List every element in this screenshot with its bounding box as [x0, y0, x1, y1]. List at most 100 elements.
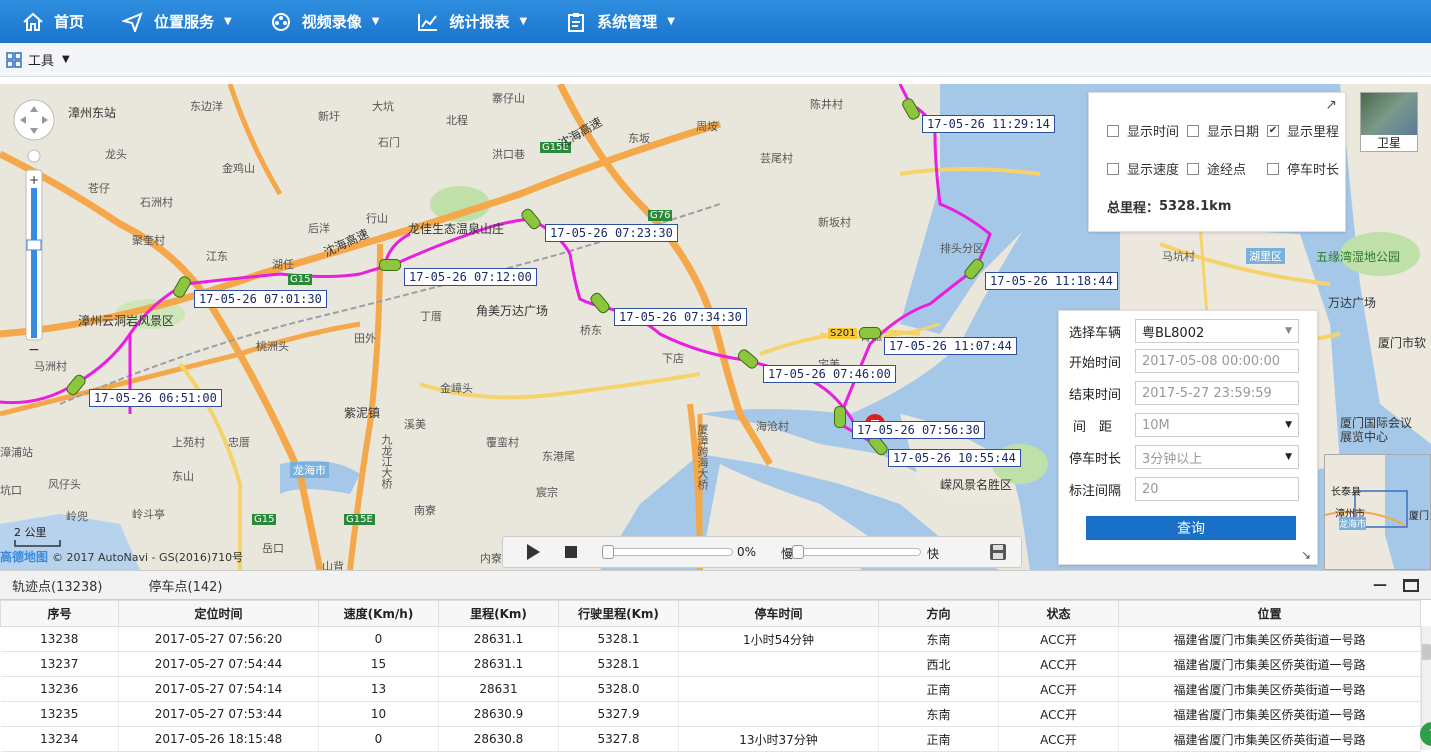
option-show-speed[interactable]: 显示速度: [1107, 159, 1179, 178]
table-row[interactable]: 13235 2017-05-27 07:53:44 10 28630.9 5327.9 东…: [0, 701, 1421, 727]
option-waypoints[interactable]: 途经点: [1187, 159, 1246, 178]
checkbox[interactable]: [1107, 124, 1119, 137]
place-label: 东边洋: [190, 100, 223, 113]
table-cell: 13238: [0, 626, 119, 652]
place-label: 岭斗亭: [132, 508, 165, 521]
minimap-label: 龙海市: [1339, 517, 1367, 530]
nav-video-recording[interactable]: 视频录像 ▼: [248, 0, 396, 43]
table-cell: [678, 651, 879, 677]
option-show-mileage[interactable]: ✔ 显示里程: [1267, 121, 1339, 140]
column-header[interactable]: 状态: [998, 600, 1119, 627]
chevron-down-icon[interactable]: ▼: [62, 54, 70, 65]
table-cell: 28631.1: [438, 626, 559, 652]
column-header[interactable]: 位置: [1118, 600, 1421, 627]
nav-location-service[interactable]: 位置服务 ▼: [100, 0, 248, 43]
table-cell: 2017-05-27 07:56:20: [118, 626, 319, 652]
checkbox-checked[interactable]: ✔: [1267, 124, 1279, 137]
stop-icon[interactable]: [565, 546, 577, 561]
place-label: 大坑: [372, 100, 394, 113]
table-row[interactable]: 13234 2017-05-26 18:15:48 0 28630.8 5327.8 13…: [0, 726, 1421, 752]
location-arrow-icon: [122, 11, 143, 32]
table-cell: 28631.1: [438, 651, 559, 677]
table-cell: 13237: [0, 651, 119, 677]
query-button[interactable]: 查询: [1086, 516, 1296, 540]
table-row[interactable]: 13237 2017-05-27 07:54:44 15 28631.1 5328.1 西…: [0, 651, 1421, 677]
table-cell: 东南: [878, 701, 999, 727]
column-header[interactable]: 里程(Km): [438, 600, 559, 627]
maximize-icon[interactable]: [1403, 579, 1419, 592]
checkbox[interactable]: [1267, 162, 1279, 175]
track-time-label: 17-05-26 07:23:30: [545, 224, 678, 242]
nav-location-label: 位置服务: [154, 13, 215, 31]
place-label: 金鸡山: [222, 162, 255, 175]
checkbox[interactable]: [1187, 162, 1199, 175]
place-label: 溪美: [404, 418, 426, 431]
table-header-row: 序号 定位时间 速度(Km/h) 里程(Km) 行驶里程(Km) 停车时间 方向…: [0, 600, 1421, 627]
grid-icon: [6, 51, 22, 68]
column-header[interactable]: 停车时间: [678, 600, 879, 627]
nav-home[interactable]: 首页: [0, 0, 100, 43]
progress-knob[interactable]: [602, 545, 614, 559]
satellite-label: 卫星: [1376, 136, 1401, 150]
vehicle-marker[interactable]: [379, 259, 401, 271]
minimize-icon[interactable]: —: [1373, 577, 1387, 593]
column-header[interactable]: 定位时间: [118, 600, 319, 627]
play-icon[interactable]: [525, 543, 541, 564]
save-icon[interactable]: [989, 543, 1007, 564]
place-label: 风仔头: [48, 478, 81, 491]
checkbox[interactable]: [1107, 162, 1119, 175]
progress-slider[interactable]: [602, 545, 733, 559]
place-label: 江东: [206, 250, 228, 263]
table-cell: 2017-05-27 07:54:14: [118, 676, 319, 702]
nav-home-label: 首页: [54, 13, 85, 31]
end-time-value: 2017-5-27 23:59:59: [1142, 385, 1272, 401]
road-shield: G76: [648, 210, 673, 221]
column-header[interactable]: 方向: [878, 600, 999, 627]
map-view[interactable]: 漳州东站 东边洋 新圩 大坑 寨仔山 北程 龙头 金鸡山 苍仔 石洲村 聚奎村 …: [0, 84, 1431, 570]
option-label: 显示速度: [1127, 163, 1180, 178]
place-label: 后洋: [308, 222, 330, 235]
overview-minimap[interactable]: 长泰县 漳州市 龙海市 厦门: [1324, 454, 1431, 570]
chevron-down-icon: ▼: [1285, 452, 1292, 462]
vehicle-select[interactable]: 粤BL8002 ▼: [1135, 319, 1299, 343]
stop-duration-select[interactable]: 3分钟以上 ▼: [1135, 445, 1299, 469]
table-cell: 28631: [438, 676, 559, 702]
vehicle-marker[interactable]: [859, 327, 881, 339]
scrollbar-thumb[interactable]: [1422, 644, 1431, 660]
column-header[interactable]: 速度(Km/h): [318, 600, 439, 627]
map-zoom-control: + −: [12, 98, 56, 361]
nav-system-management[interactable]: 系统管理 ▼: [543, 0, 691, 43]
chevron-down-icon: ▼: [1285, 420, 1292, 430]
vehicle-marker[interactable]: [834, 406, 846, 428]
end-time-field[interactable]: 2017-5-27 23:59:59: [1135, 381, 1299, 405]
label-interval-field[interactable]: 20: [1135, 477, 1299, 501]
satellite-toggle[interactable]: 卫星: [1360, 92, 1418, 152]
option-label: 显示里程: [1287, 125, 1340, 140]
column-header[interactable]: 序号: [0, 600, 119, 627]
checkbox[interactable]: [1187, 124, 1199, 137]
place-label: 漳浦站: [0, 446, 33, 459]
speed-slider[interactable]: [792, 545, 921, 559]
place-label: 海沧村: [756, 420, 789, 433]
road-shield: S201: [828, 328, 858, 339]
option-show-time[interactable]: 显示时间: [1107, 121, 1179, 140]
tools-menu[interactable]: 工具: [28, 50, 54, 69]
column-header[interactable]: 行驶里程(Km): [558, 600, 679, 627]
tab-parking-points[interactable]: 停车点(142): [149, 576, 223, 595]
table-cell: 0: [318, 626, 439, 652]
table-row[interactable]: 13236 2017-05-27 07:54:14 13 28631 5328.0 正南 A…: [0, 676, 1421, 702]
tab-track-points[interactable]: 轨迹点(13238): [12, 576, 103, 595]
distance-select[interactable]: 10M ▼: [1135, 413, 1299, 437]
resize-icon[interactable]: ↘: [1301, 548, 1311, 562]
place-label: 寨仔山: [492, 92, 525, 105]
distance-value: 10M: [1142, 417, 1170, 433]
start-time-field[interactable]: 2017-05-08 00:00:00: [1135, 349, 1299, 373]
option-show-date[interactable]: 显示日期: [1187, 121, 1259, 140]
result-tabs: 轨迹点(13238) 停车点(142) —: [0, 570, 1431, 600]
table-row[interactable]: 13238 2017-05-27 07:56:20 0 28631.1 5328.1 1小…: [0, 626, 1421, 652]
place-label: 苍仔: [88, 182, 110, 195]
collapse-icon[interactable]: ↗: [1325, 97, 1337, 113]
nav-reports[interactable]: 统计报表 ▼: [395, 0, 543, 43]
speed-knob[interactable]: [792, 545, 804, 559]
option-stop-duration[interactable]: 停车时长: [1267, 159, 1339, 178]
